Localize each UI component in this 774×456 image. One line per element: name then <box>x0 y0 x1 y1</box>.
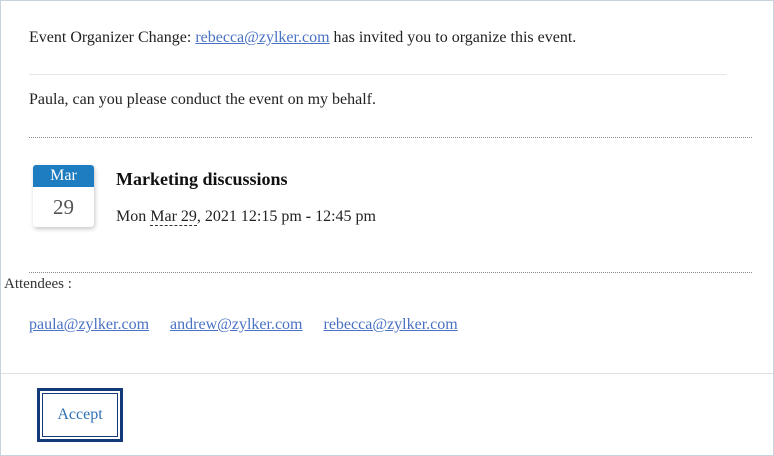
footer-divider <box>1 373 773 374</box>
event-end-time: 12:45 pm <box>311 208 376 225</box>
dotted-divider-top <box>29 137 752 138</box>
attendee-email-link[interactable]: rebecca@zylker.com <box>324 316 458 333</box>
calendar-day: 29 <box>53 195 74 219</box>
organizer-email-link[interactable]: rebecca@zylker.com <box>195 29 329 46</box>
accept-button[interactable]: Accept <box>37 388 123 442</box>
event-title: Marketing discussions <box>116 169 288 189</box>
invitation-message: Paula, can you please conduct the event … <box>29 91 376 108</box>
organizer-change-line: Event Organizer Change: rebecca@zylker.c… <box>29 29 576 47</box>
calendar-month: Mar <box>33 165 94 187</box>
invitation-panel: Event Organizer Change: rebecca@zylker.c… <box>0 0 774 456</box>
accept-button-label: Accept <box>42 393 118 437</box>
attendee-email-link[interactable]: paula@zylker.com <box>29 316 149 333</box>
event-datetime: Mon Mar 29, 2021 12:15 pm - 12:45 pm <box>116 208 376 226</box>
event-year-start-time: , 2021 12:15 pm <box>196 208 306 225</box>
event-weekday: Mon <box>116 208 151 225</box>
organizer-change-prefix: Event Organizer Change: <box>29 29 196 46</box>
attendees-label: Attendees : <box>4 276 72 292</box>
dotted-divider-bottom <box>29 272 752 273</box>
organizer-change-suffix: has invited you to organize this event. <box>329 29 577 46</box>
attendee-email-link[interactable]: andrew@zylker.com <box>170 316 302 333</box>
divider <box>29 74 727 75</box>
event-date[interactable]: Mar 29 <box>150 208 197 226</box>
calendar-date-badge: Mar 29 <box>33 165 94 227</box>
attendee-list: paula@zylker.com andrew@zylker.com rebecca… <box>29 316 479 334</box>
